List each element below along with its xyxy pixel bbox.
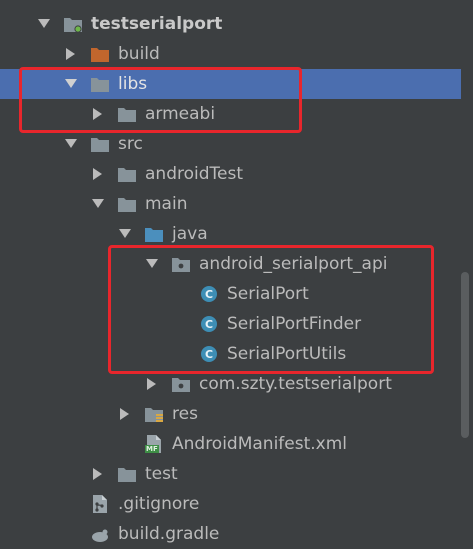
source-folder-icon (144, 225, 164, 243)
folder-icon (117, 465, 137, 483)
folder-icon (117, 165, 137, 183)
triangle-right-icon[interactable] (64, 47, 78, 61)
triangle-down-icon[interactable] (37, 17, 51, 31)
triangle-right-icon[interactable] (145, 377, 159, 391)
manifest-file-icon: MF (144, 435, 164, 453)
triangle-right-icon[interactable] (91, 467, 105, 481)
tree-item-androidmanifest[interactable]: MF AndroidManifest.xml (0, 429, 461, 459)
tree-item-label: testserialport (91, 14, 223, 34)
triangle-down-icon[interactable] (118, 227, 132, 241)
tree-item-label: main (145, 194, 188, 214)
tree-item-test[interactable]: test (0, 459, 461, 489)
tree-item-build[interactable]: build (0, 39, 461, 69)
tree-item-res[interactable]: res (0, 399, 461, 429)
tree-item-androidtest[interactable]: androidTest (0, 159, 461, 189)
tree-item-label: build.gradle (118, 524, 220, 544)
module-folder-icon (63, 15, 83, 33)
tree-item-label: src (118, 134, 143, 154)
triangle-right-icon[interactable] (118, 407, 132, 421)
highlight-box-libs (19, 67, 302, 133)
tree-item-main[interactable]: main (0, 189, 461, 219)
tree-item-build-gradle[interactable]: build.gradle (0, 519, 461, 549)
tree-item-label: test (145, 464, 178, 484)
gradle-file-icon (90, 525, 110, 543)
excluded-folder-icon (90, 45, 110, 63)
tree-item-label: androidTest (145, 164, 243, 184)
tree-item-label: build (118, 44, 160, 64)
tree-item-src[interactable]: src (0, 129, 461, 159)
tree-item-label: AndroidManifest.xml (172, 434, 348, 454)
folder-icon (90, 135, 110, 153)
resources-folder-icon (144, 405, 164, 423)
highlight-box-serialport-api (108, 245, 434, 374)
tree-item-label: .gitignore (118, 494, 200, 514)
tree-item-label: java (172, 224, 208, 244)
git-file-icon (90, 495, 110, 513)
triangle-down-icon[interactable] (91, 197, 105, 211)
package-folder-icon (171, 375, 191, 393)
vertical-scrollbar[interactable] (461, 272, 469, 438)
project-tree: testserialport build libs armeabi src an… (0, 0, 473, 544)
tree-item-label: res (172, 404, 198, 424)
folder-icon (117, 195, 137, 213)
triangle-right-icon[interactable] (91, 167, 105, 181)
tree-item-gitignore[interactable]: .gitignore (0, 489, 461, 519)
tree-item-label: com.szty.testserialport (199, 374, 392, 394)
triangle-down-icon[interactable] (64, 137, 78, 151)
tree-item-testserialport[interactable]: testserialport (0, 9, 461, 39)
